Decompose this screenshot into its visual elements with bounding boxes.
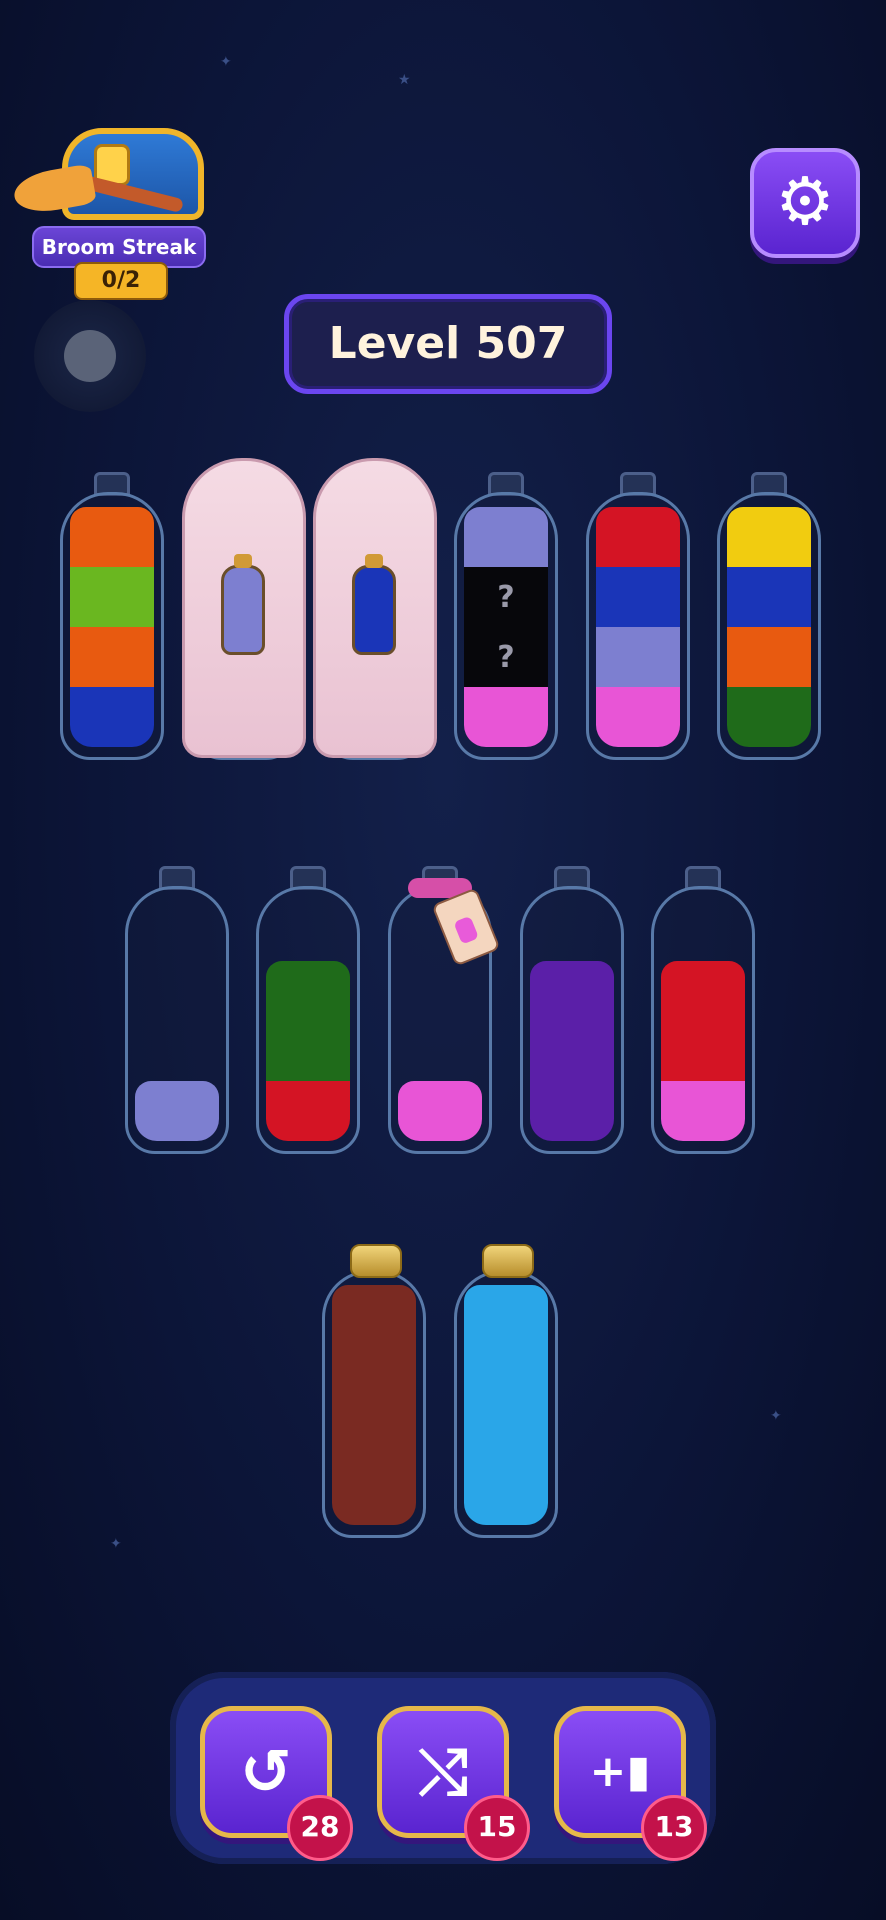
liquid-layer-lavender	[135, 1081, 219, 1141]
star-decoration: ✦	[110, 1536, 122, 1552]
level-indicator: Level 507	[284, 294, 612, 394]
bottle-r1-3[interactable]	[313, 458, 437, 760]
bottle-r2-5[interactable]	[651, 866, 755, 1154]
liquid-layer-brown	[332, 1345, 416, 1405]
level-label: Level 507	[328, 318, 568, 369]
liquid-layer-orange	[70, 627, 154, 687]
cork-icon	[350, 1244, 402, 1278]
add-bottle-button[interactable]: +▮ 13	[554, 1706, 707, 1861]
bottle-r2-3[interactable]	[388, 866, 501, 1154]
shuffle-button[interactable]: ⤭ 15	[377, 1706, 530, 1861]
bottle-r3-1[interactable]	[322, 1244, 426, 1538]
bottle-glass	[256, 886, 360, 1154]
liquid-layer-orange	[70, 507, 154, 567]
bottle-glass	[60, 492, 164, 760]
star-decoration: ★	[398, 72, 411, 88]
liquid-layer-dark_green	[266, 1021, 350, 1081]
liquid-layer-purple	[530, 961, 614, 1021]
star-decoration: ✦	[770, 1408, 782, 1424]
liquid-layer-brown	[332, 1465, 416, 1525]
mystery-mark: ?	[497, 640, 515, 675]
powerup-toolbar: ↺ 28 ⤭ 15 +▮ 13	[170, 1672, 716, 1864]
gear-icon: ⚙	[775, 163, 835, 240]
liquid-layer-cyan	[464, 1465, 548, 1525]
hint-bottle-icon	[221, 554, 265, 655]
tag-potion-icon	[453, 915, 480, 945]
liquid-layer-red	[661, 1021, 745, 1081]
liquid-layer-cyan	[464, 1345, 548, 1405]
add-bottle-count-badge: 13	[641, 1795, 707, 1861]
bottle-r1-1[interactable]	[60, 472, 164, 760]
bottle-r2-4[interactable]	[520, 866, 624, 1154]
liquid-layer-purple	[530, 1081, 614, 1141]
liquid-layer-brown	[332, 1285, 416, 1345]
settings-button[interactable]: ⚙	[750, 148, 860, 258]
liquid-layer-red	[596, 507, 680, 567]
bottle-r1-6[interactable]	[717, 472, 821, 760]
liquid-layer-cyan	[464, 1285, 548, 1345]
liquid-layer-dark_green	[266, 961, 350, 1021]
liquid-layer-pink	[398, 1081, 482, 1141]
bottle-r3-2[interactable]	[454, 1244, 558, 1538]
undo-button[interactable]: ↺ 28	[200, 1706, 353, 1861]
liquid-layer-brown	[332, 1405, 416, 1465]
liquid-layer-blue	[596, 567, 680, 627]
broom-streak-widget[interactable]: Broom Streak 0/2	[11, 118, 214, 300]
bottle-glass	[586, 492, 690, 760]
bottle-glass	[125, 886, 229, 1154]
joystick-knob[interactable]	[64, 330, 116, 382]
liquid-layer-purple	[530, 1021, 614, 1081]
bottle-r1-5[interactable]	[586, 472, 690, 760]
bottle-r1-4[interactable]: ??	[454, 472, 558, 760]
bottle-glass	[454, 1270, 558, 1538]
bottle-glass	[322, 1270, 426, 1538]
liquid-layer-lavender	[596, 627, 680, 687]
bottle-glass	[717, 492, 821, 760]
liquid-layer-yellow	[727, 507, 811, 567]
liquid-layer-dark_green	[727, 687, 811, 747]
bottle-r2-2[interactable]	[256, 866, 360, 1154]
mystery-mark: ?	[497, 580, 515, 615]
liquid-layer-red	[661, 961, 745, 1021]
liquid-layer-pink	[464, 687, 548, 747]
cork-icon	[482, 1244, 534, 1278]
bottle-r1-2[interactable]	[182, 458, 306, 760]
liquid-layer-red	[266, 1081, 350, 1141]
bottle-glass: ??	[454, 492, 558, 760]
hint-bottle-icon	[352, 554, 396, 655]
cloth-cover	[313, 458, 437, 758]
joystick-control[interactable]	[34, 300, 146, 412]
liquid-layer-cyan	[464, 1405, 548, 1465]
liquid-layer-pink	[661, 1081, 745, 1141]
liquid-layer-orange	[727, 627, 811, 687]
bottle-r2-1[interactable]	[125, 866, 229, 1154]
broom-streak-count: 0/2	[74, 262, 168, 300]
liquid-layer-green	[70, 567, 154, 627]
liquid-layer-blue	[70, 687, 154, 747]
cloth-cover	[182, 458, 306, 758]
liquid-layer-pink	[596, 687, 680, 747]
star-decoration: ✦	[220, 54, 232, 70]
hint-bottle-cap	[365, 554, 383, 568]
liquid-layer-lavender	[464, 507, 548, 567]
shuffle-count-badge: 15	[464, 1795, 530, 1861]
undo-count-badge: 28	[287, 1795, 353, 1861]
liquid-layer-blue	[727, 567, 811, 627]
bottle-glass	[651, 886, 755, 1154]
bottle-glass	[520, 886, 624, 1154]
hint-bottle-cap	[234, 554, 252, 568]
